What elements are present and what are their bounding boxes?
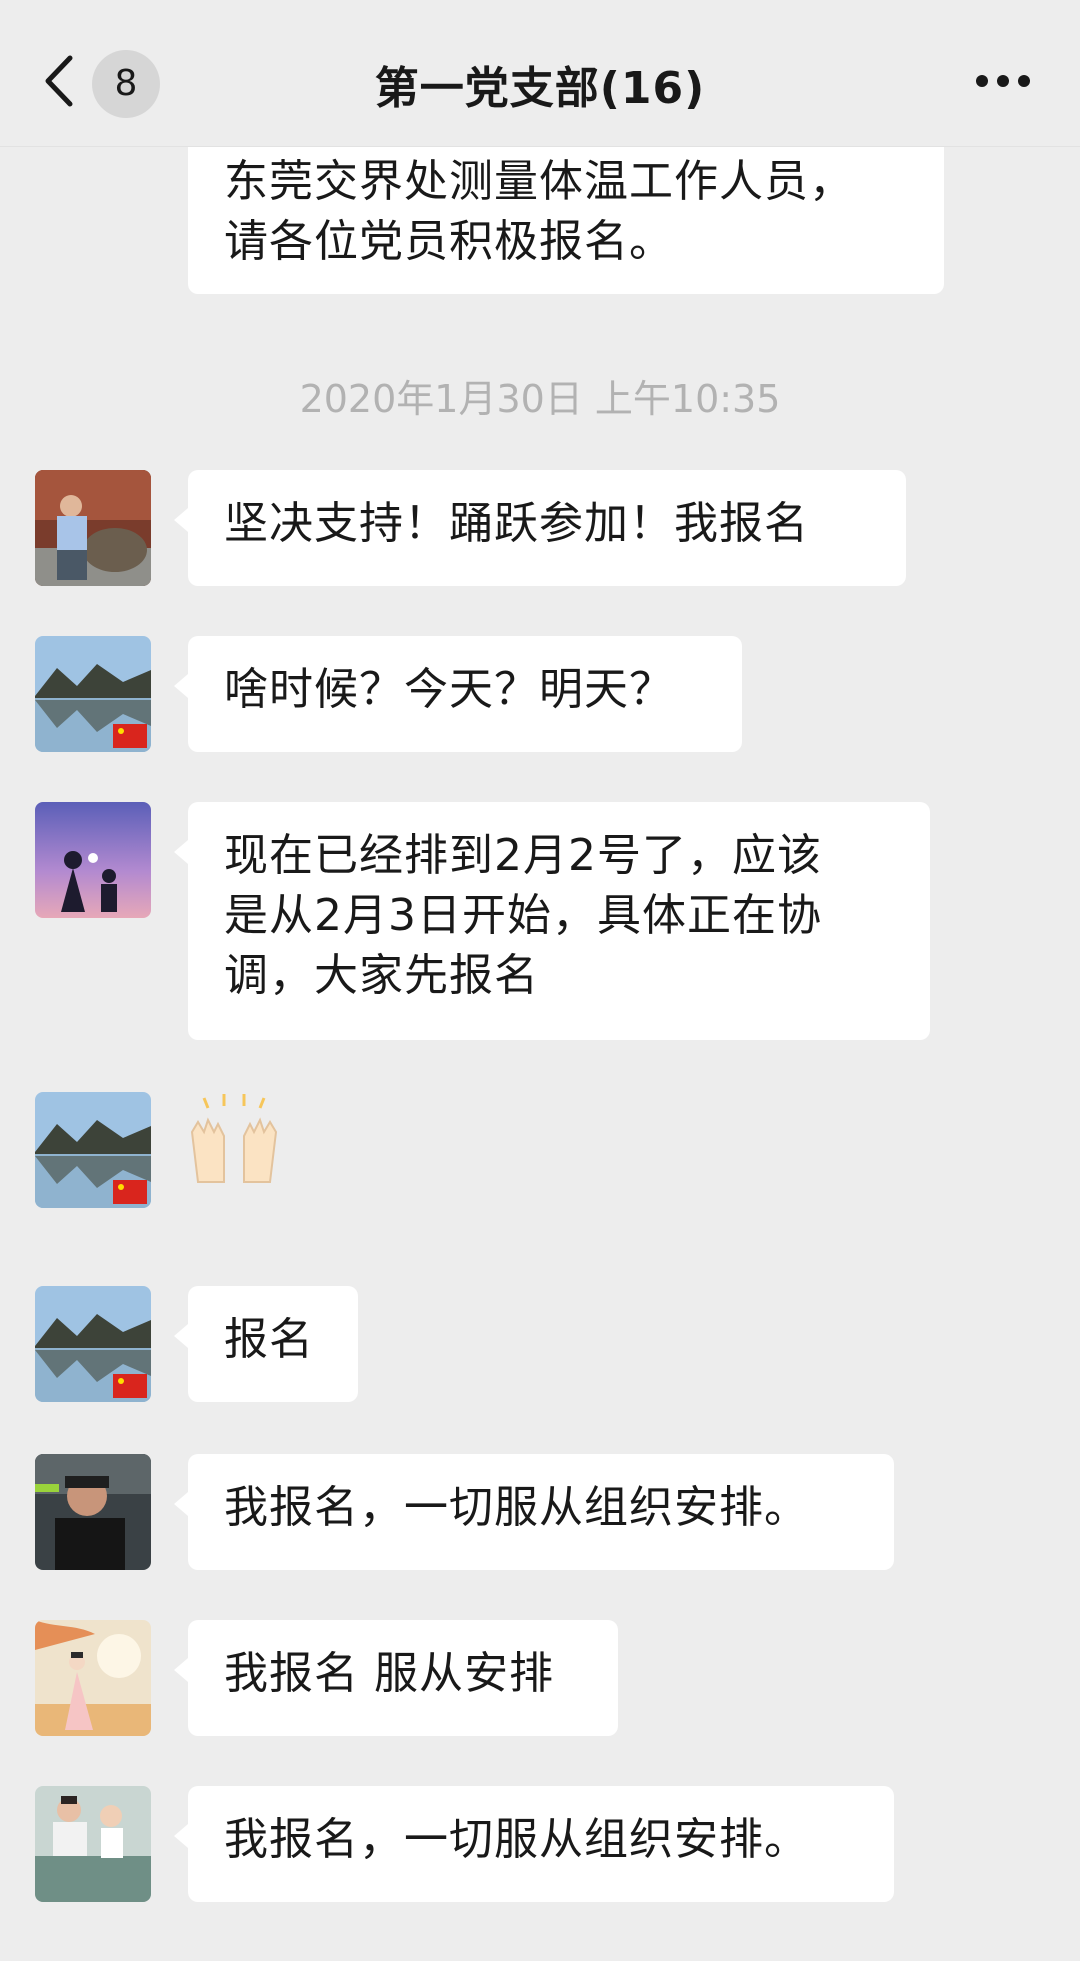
message-text: 坚决支持！踊跃参加！我报名	[224, 498, 809, 549]
lake-mountain-flag-avatar	[35, 1092, 151, 1208]
message-bubble[interactable]: 坚决支持！踊跃参加！我报名	[174, 470, 906, 586]
more-dots-icon	[976, 75, 1030, 87]
message-bubble-partial[interactable]: 东莞交界处测量体温工作人员， 请各位党员积极报名。	[188, 146, 944, 294]
avatar[interactable]	[35, 1786, 151, 1902]
message-text: 报名	[224, 1314, 314, 1365]
message-text: 现在已经排到2月2号了，应该 是从2月3日开始，具体正在协 调，大家先报名	[224, 830, 822, 1001]
message-bubble[interactable]: 现在已经排到2月2号了，应该 是从2月3日开始，具体正在协 调，大家先报名	[174, 802, 930, 1040]
avatar[interactable]	[35, 1620, 151, 1736]
message-text: 我报名，一切服从组织安排。	[224, 1482, 809, 1533]
woman-with-child-avatar	[35, 1786, 151, 1902]
avatar[interactable]	[35, 1092, 151, 1208]
message-text: 啥时候？今天？明天？	[224, 664, 674, 715]
raising-hands-emoji[interactable]	[184, 1092, 284, 1192]
message-text: 东莞交界处测量体温工作人员， 请各位党员积极报名。	[224, 156, 854, 267]
message-bubble[interactable]: 报名	[174, 1286, 358, 1402]
lake-mountain-flag-avatar	[35, 636, 151, 752]
more-options-button[interactable]	[968, 58, 1038, 104]
chat-header: 8 第一党支部(16)	[0, 0, 1080, 147]
message-list[interactable]: 东莞交界处测量体温工作人员， 请各位党员积极报名。 2020年1月30日 上午1…	[0, 146, 1080, 1961]
avatar[interactable]	[35, 1286, 151, 1402]
painted-lady-autumn-avatar	[35, 1620, 151, 1736]
avatar[interactable]	[35, 470, 151, 586]
message-timestamp: 2020年1月30日 上午10:35	[299, 377, 781, 421]
man-black-shirt-avatar	[35, 1454, 151, 1570]
silhouette-purple-sky-avatar	[35, 802, 151, 918]
avatar[interactable]	[35, 636, 151, 752]
message-bubble[interactable]: 我报名，一切服从组织安排。	[174, 1454, 894, 1570]
lake-mountain-flag-avatar	[35, 1286, 151, 1402]
message-text: 我报名 服从安排	[224, 1648, 554, 1699]
message-bubble[interactable]: 我报名 服从安排	[174, 1620, 618, 1736]
message-text: 我报名，一切服从组织安排。	[224, 1814, 809, 1865]
chat-title: 第一党支部(16)	[374, 63, 706, 114]
message-bubble[interactable]: 我报名，一切服从组织安排。	[174, 1786, 894, 1902]
man-with-statue-avatar	[35, 470, 151, 586]
message-bubble[interactable]: 啥时候？今天？明天？	[174, 636, 742, 752]
avatar[interactable]	[35, 802, 151, 918]
avatar[interactable]	[35, 1454, 151, 1570]
raising-hands-icon	[190, 1094, 278, 1183]
